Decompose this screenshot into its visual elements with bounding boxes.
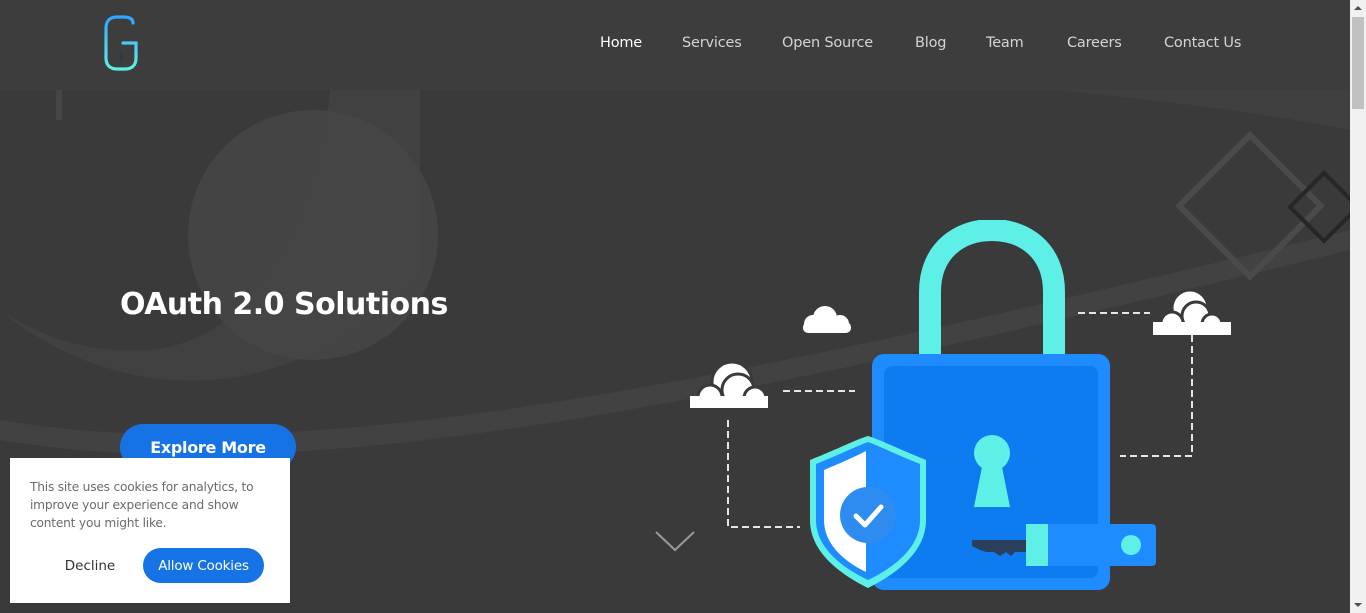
page-scrollbar[interactable]: [1350, 0, 1366, 613]
nav-careers[interactable]: Careers: [1067, 35, 1122, 51]
cloud-sun-icon-right: [1153, 288, 1231, 336]
nav-home[interactable]: Home: [600, 35, 642, 51]
hero-title: OAuth 2.0 Solutions: [120, 287, 448, 322]
scroll-down-arrow-icon[interactable]: [1350, 597, 1366, 613]
gluu-logo-icon[interactable]: [103, 15, 139, 71]
scroll-up-arrow-icon[interactable]: [1350, 0, 1366, 16]
padlock-illustration: [690, 220, 1231, 590]
cloud-icon: [803, 306, 851, 333]
nav-blog[interactable]: Blog: [915, 35, 946, 51]
nav-open-source[interactable]: Open Source: [782, 35, 873, 51]
cookie-message: This site uses cookies for analytics, to…: [30, 480, 254, 530]
site-header: Home Services Open Source Blog Team Care…: [0, 0, 1350, 90]
cloud-sun-icon-left: [690, 360, 768, 411]
allow-cookies-button[interactable]: Allow Cookies: [143, 548, 264, 583]
decline-button[interactable]: Decline: [30, 548, 150, 583]
cookie-banner: This site uses cookies for analytics, to…: [10, 458, 290, 603]
check-badge-icon: [840, 487, 896, 543]
nav-contact-us[interactable]: Contact Us: [1164, 35, 1241, 51]
scrollbar-thumb[interactable]: [1352, 17, 1364, 109]
nav-team[interactable]: Team: [986, 35, 1024, 51]
chevron-down-icon[interactable]: [654, 528, 696, 554]
nav-services[interactable]: Services: [682, 35, 742, 51]
